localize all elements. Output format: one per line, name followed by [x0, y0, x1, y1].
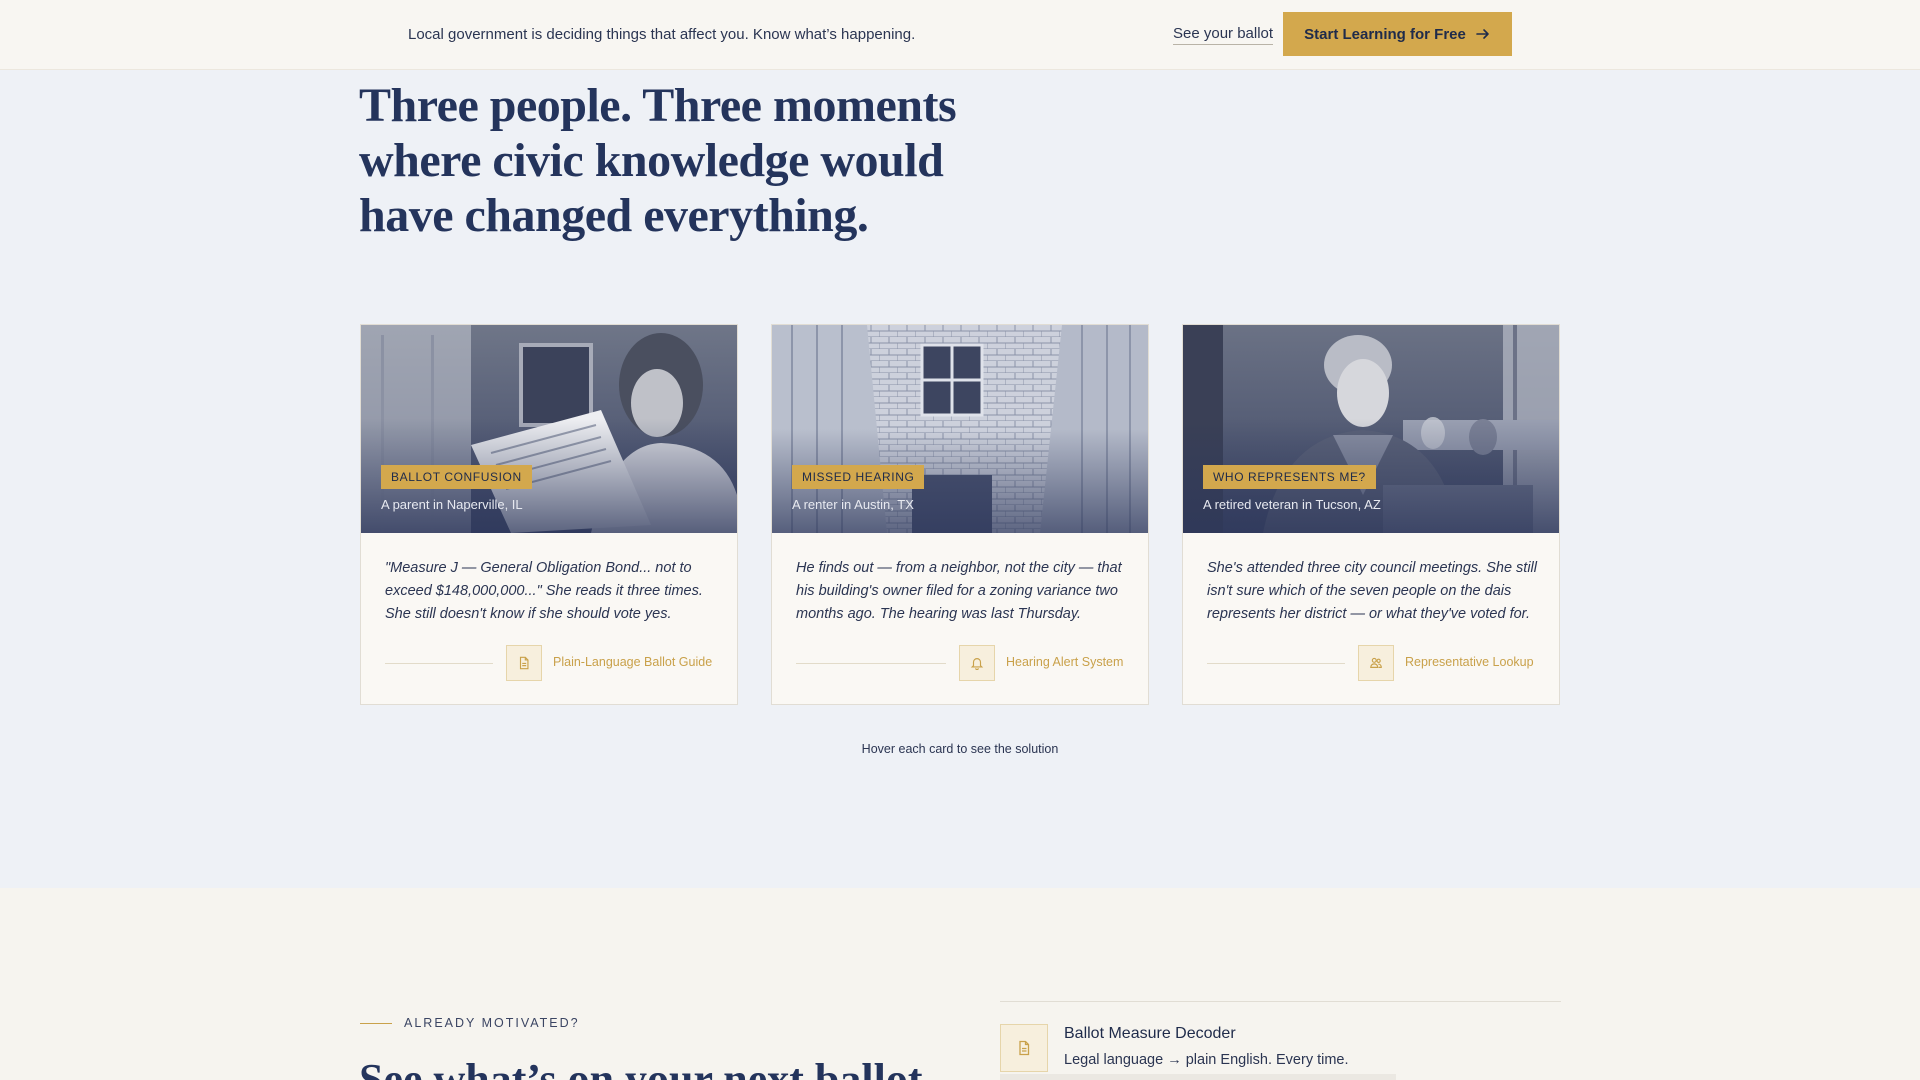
card-solution[interactable]: Hearing Alert System	[796, 645, 1126, 681]
motivated-section: ALREADY MOTIVATED? See what’s on your ne…	[0, 888, 1920, 1080]
feature-card-edge	[1000, 1074, 1396, 1080]
story-card-who-represents-me[interactable]: WHO REPRESENTS ME? A retired veteran in …	[1182, 324, 1560, 705]
divider	[1207, 663, 1345, 664]
card-quote: "Measure J — General Obligation Bond... …	[385, 560, 703, 622]
card-solution[interactable]: Plain-Language Ballot Guide	[385, 645, 715, 681]
card-photo-parent-reading: BALLOT CONFUSION A parent in Naperville,…	[361, 325, 737, 533]
story-card-missed-hearing[interactable]: MISSED HEARING A renter in Austin, TX He…	[771, 324, 1149, 705]
hover-hint: Hover each card to see the solution	[861, 742, 1059, 756]
card-photo-city-building: MISSED HEARING A renter in Austin, TX	[772, 325, 1148, 533]
section-heading: See what’s on your next ballot	[359, 1055, 923, 1080]
card-tag: MISSED HEARING	[792, 465, 925, 489]
see-ballot-link[interactable]: See your ballot	[1173, 25, 1274, 45]
card-quote: He finds out — from a neighbor, not the …	[796, 560, 1122, 622]
people-icon	[1358, 645, 1394, 681]
card-tag: BALLOT CONFUSION	[381, 465, 532, 489]
divider	[1000, 1001, 1561, 1002]
bell-icon	[959, 645, 995, 681]
solution-label: Representative Lookup	[1405, 655, 1534, 669]
start-learning-label: Start Learning for Free	[1304, 25, 1466, 43]
announcement-text: Local government is deciding things that…	[408, 26, 916, 43]
card-subtitle: A parent in Naperville, IL	[381, 497, 523, 512]
section-headline: Three people. Three moments where civic …	[359, 79, 957, 242]
solution-label: Hearing Alert System	[1006, 655, 1124, 669]
divider	[385, 663, 493, 664]
solution-label: Plain-Language Ballot Guide	[553, 655, 713, 669]
card-subtitle: A retired veteran in Tucson, AZ	[1203, 497, 1381, 512]
story-cards: BALLOT CONFUSION A parent in Naperville,…	[360, 324, 1560, 705]
feature-title: Ballot Measure Decoder	[1064, 1025, 1236, 1042]
card-quote: She's attended three city council meetin…	[1207, 560, 1538, 622]
card-solution[interactable]: Representative Lookup	[1207, 645, 1537, 681]
eyebrow-text: ALREADY MOTIVATED?	[404, 1016, 580, 1030]
announcement-bar: Local government is deciding things that…	[0, 0, 1920, 70]
card-subtitle: A renter in Austin, TX	[792, 497, 914, 512]
eyebrow-rule	[360, 1022, 392, 1024]
card-tag: WHO REPRESENTS ME?	[1203, 465, 1376, 489]
start-learning-button[interactable]: Start Learning for Free	[1283, 12, 1512, 56]
divider	[796, 663, 946, 664]
document-icon	[506, 645, 542, 681]
arrow-right-icon	[1476, 29, 1489, 39]
story-card-ballot-confusion[interactable]: BALLOT CONFUSION A parent in Naperville,…	[360, 324, 738, 705]
card-photo-veteran-meeting: WHO REPRESENTS ME? A retired veteran in …	[1183, 325, 1559, 533]
document-icon	[1000, 1024, 1048, 1072]
feature-description: Legal language → plain English. Every ti…	[1064, 1052, 1349, 1068]
eyebrow: ALREADY MOTIVATED?	[360, 1016, 580, 1030]
